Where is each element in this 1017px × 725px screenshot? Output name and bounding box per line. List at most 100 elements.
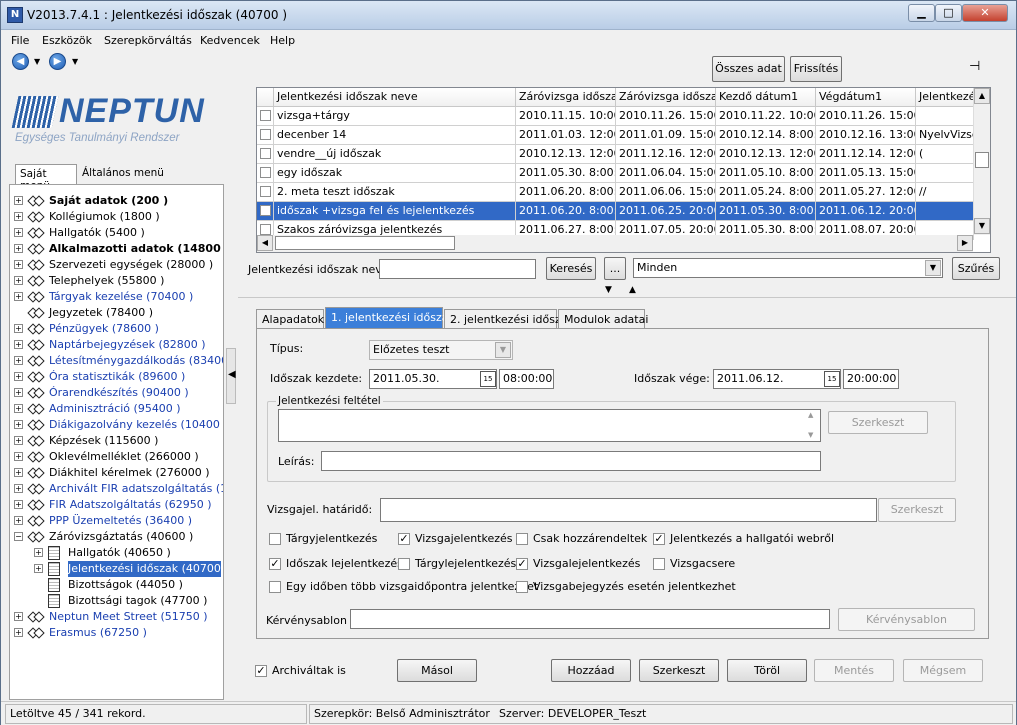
- condition-edit-button[interactable]: Szerkeszt: [828, 411, 928, 434]
- menu-help[interactable]: Help: [270, 34, 295, 47]
- table-cell[interactable]: időszak +vizsga fel és lejelentkezés: [274, 202, 516, 221]
- more-button[interactable]: ...: [604, 257, 626, 280]
- request-template-button[interactable]: Kérvénysablon: [838, 608, 975, 631]
- column-header[interactable]: Kezdő dátum1: [716, 88, 816, 107]
- expand-icon[interactable]: +: [34, 548, 43, 557]
- start-calendar-icon[interactable]: 15: [480, 371, 496, 387]
- table-cell[interactable]: 2011.05.13. 15:00:00: [816, 164, 916, 183]
- grid-vertical-scrollbar[interactable]: ▲ ▼: [973, 88, 990, 235]
- expand-icon[interactable]: +: [34, 564, 43, 573]
- expand-icon[interactable]: +: [14, 484, 23, 493]
- row-checkbox[interactable]: [260, 186, 271, 197]
- filter-button[interactable]: Szűrés: [952, 257, 1000, 280]
- splitter-down-icon[interactable]: ▼: [605, 285, 612, 295]
- table-cell[interactable]: 2010.12.13. 12:00:00: [516, 145, 616, 164]
- table-cell[interactable]: 2. meta teszt időszak: [274, 183, 516, 202]
- table-cell[interactable]: 2011.06.25. 20:00:00: [616, 202, 716, 221]
- table-cell[interactable]: 2011.05.30. 8:00:00: [716, 202, 816, 221]
- table-cell[interactable]: 2011.01.03. 12:00:00: [516, 126, 616, 145]
- expand-icon[interactable]: +: [14, 500, 23, 509]
- table-cell[interactable]: decenber 14: [274, 126, 516, 145]
- expand-icon[interactable]: +: [14, 228, 23, 237]
- column-header[interactable]: Jelentkezési időszak neve: [274, 88, 516, 107]
- table-cell[interactable]: 2011.06.12. 20:00:00: [816, 202, 916, 221]
- expand-icon[interactable]: +: [14, 468, 23, 477]
- archived-checkbox[interactable]: ✓: [255, 665, 267, 677]
- dropdown-arrow-icon[interactable]: ▼: [925, 260, 941, 276]
- table-cell[interactable]: 2011.05.10. 8:00:00: [716, 164, 816, 183]
- table-cell[interactable]: 2011.05.24. 8:00:00: [716, 183, 816, 202]
- deadline-input[interactable]: [380, 498, 877, 522]
- column-header[interactable]: Záróvizsga időszak kezdete: [516, 88, 616, 107]
- option-checkbox[interactable]: [653, 558, 665, 570]
- table-cell[interactable]: 2010.12.13. 12:00:00: [716, 145, 816, 164]
- table-cell[interactable]: 2010.11.22. 10:00:00: [716, 107, 816, 126]
- scroll-down-icon[interactable]: ▼: [974, 218, 990, 234]
- grid-horizontal-scrollbar[interactable]: ◀ ▶: [257, 235, 973, 252]
- table-cell[interactable]: (: [916, 145, 974, 164]
- table-cell[interactable]: [916, 107, 974, 126]
- expand-icon[interactable]: +: [14, 276, 23, 285]
- tab-general-menu[interactable]: Általános menü: [78, 164, 168, 184]
- scroll-up-icon[interactable]: ▲: [974, 88, 990, 104]
- refresh-button[interactable]: Frissítés: [790, 56, 842, 82]
- expand-icon[interactable]: +: [14, 388, 23, 397]
- column-header[interactable]: Jelentkezés: [916, 88, 974, 107]
- condition-textarea[interactable]: [278, 409, 821, 442]
- column-header[interactable]: Végdátum1: [816, 88, 916, 107]
- start-date-input[interactable]: 2011.05.30.: [369, 369, 497, 389]
- row-checkbox[interactable]: [260, 148, 271, 159]
- expand-icon[interactable]: +: [14, 356, 23, 365]
- back-icon[interactable]: ◀: [12, 53, 29, 70]
- table-cell[interactable]: 2011.06.04. 15:00:00: [616, 164, 716, 183]
- hscroll-thumb[interactable]: [275, 236, 455, 250]
- expand-icon[interactable]: +: [14, 372, 23, 381]
- expand-icon[interactable]: +: [14, 420, 23, 429]
- collapse-icon[interactable]: −: [14, 532, 23, 541]
- title-bar[interactable]: N V2013.7.4.1 : Jelentkezési időszak (40…: [1, 1, 1016, 30]
- tab-own-menu[interactable]: Saját menü: [15, 164, 77, 192]
- type-select[interactable]: Előzetes teszt ▼: [369, 340, 513, 360]
- table-cell[interactable]: 2011.06.20. 8:00:00: [516, 183, 616, 202]
- menu-role-switch[interactable]: Szerepkörváltás: [104, 34, 192, 47]
- table-cell[interactable]: 2010.12.14. 8:00:00: [716, 126, 816, 145]
- table-cell[interactable]: 2011.12.14. 12:00:00: [816, 145, 916, 164]
- expand-icon[interactable]: +: [14, 340, 23, 349]
- maximize-button[interactable]: □: [935, 4, 962, 22]
- end-time-input[interactable]: 20:00:00: [843, 369, 899, 389]
- row-checkbox[interactable]: [260, 110, 271, 121]
- expand-icon[interactable]: +: [14, 324, 23, 333]
- textarea-scroll-up-icon[interactable]: ▲: [808, 411, 813, 419]
- tab-second-period[interactable]: 2. jelentkezési időszak: [444, 309, 574, 328]
- expand-icon[interactable]: +: [14, 196, 23, 205]
- expand-icon[interactable]: +: [14, 436, 23, 445]
- table-cell[interactable]: egy időszak: [274, 164, 516, 183]
- tab-modules[interactable]: Modulok adatai: [558, 309, 648, 328]
- deadline-edit-button[interactable]: Szerkeszt: [878, 498, 956, 522]
- table-cell[interactable]: 2010.11.26. 15:00:00: [616, 107, 716, 126]
- search-input[interactable]: [379, 259, 536, 279]
- table-cell[interactable]: vizsga+tárgy: [274, 107, 516, 126]
- type-dropdown-icon[interactable]: ▼: [495, 342, 511, 358]
- row-checkbox[interactable]: [260, 129, 271, 140]
- menu-file[interactable]: File: [11, 34, 29, 47]
- pin-icon[interactable]: ⊣: [969, 59, 980, 74]
- table-cell[interactable]: 2010.11.26. 15:00:00: [816, 107, 916, 126]
- option-checkbox[interactable]: [269, 533, 281, 545]
- filter-select[interactable]: Minden ▼: [633, 258, 943, 278]
- row-checkbox[interactable]: [260, 224, 271, 235]
- option-checkbox[interactable]: [516, 581, 528, 593]
- copy-button[interactable]: Másol: [397, 659, 477, 682]
- expand-icon[interactable]: +: [14, 404, 23, 413]
- scroll-right-icon[interactable]: ▶: [957, 235, 973, 251]
- scroll-left-icon[interactable]: ◀: [257, 235, 273, 251]
- expand-icon[interactable]: +: [14, 452, 23, 461]
- table-cell[interactable]: 2011.12.16. 12:00:00: [616, 145, 716, 164]
- option-checkbox[interactable]: [398, 558, 410, 570]
- cancel-button[interactable]: Mégsem: [903, 659, 983, 682]
- horizontal-splitter[interactable]: ▼ ▲: [597, 285, 649, 297]
- edit-button[interactable]: Szerkeszt: [639, 659, 719, 682]
- table-cell[interactable]: [916, 164, 974, 183]
- back-dropdown-icon[interactable]: ▼: [34, 57, 40, 66]
- table-cell[interactable]: 2011.06.20. 8:00:00: [516, 202, 616, 221]
